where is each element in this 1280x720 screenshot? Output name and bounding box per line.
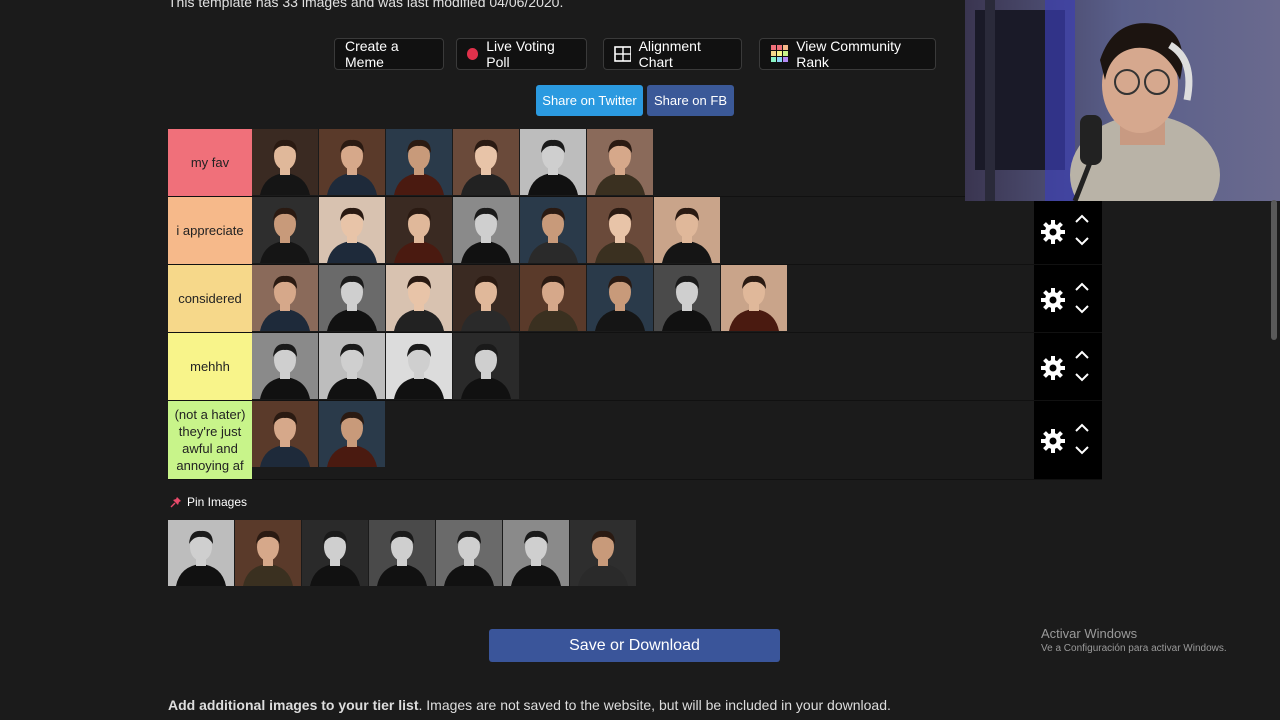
portrait-image[interactable] — [168, 520, 234, 586]
record-dot-icon — [467, 48, 479, 60]
chevron-down-icon[interactable] — [1074, 303, 1090, 315]
tier-row: i appreciate — [168, 197, 1102, 265]
alignment-chart-button[interactable]: Alignment Chart — [603, 38, 742, 70]
portrait-image[interactable] — [302, 520, 368, 586]
portrait-image[interactable] — [453, 265, 519, 331]
portrait-image[interactable] — [319, 265, 385, 331]
tier-label[interactable]: my fav — [168, 129, 252, 196]
tier-row: mehhh — [168, 333, 1102, 401]
reorder-arrows — [1074, 213, 1090, 247]
portrait-image[interactable] — [520, 265, 586, 331]
portrait-image[interactable] — [503, 520, 569, 586]
tier-row: my fav — [168, 129, 1102, 197]
portrait-image[interactable] — [520, 129, 586, 195]
pin-images-label: Pin Images — [187, 495, 248, 509]
add-images-bold: Add additional images to your tier list — [168, 697, 419, 713]
portrait-image[interactable] — [319, 333, 385, 399]
tier-list: my fav i appreciate considered mehhh (no… — [168, 129, 1102, 480]
portrait-image[interactable] — [386, 129, 452, 195]
unranked-images-pool — [168, 520, 637, 586]
portrait-image[interactable] — [369, 520, 435, 586]
tier-controls — [1034, 401, 1102, 479]
share-fb-button[interactable]: Share on FB — [647, 85, 734, 116]
portrait-image[interactable] — [587, 197, 653, 263]
add-images-rest: . Images are not saved to the website, b… — [418, 697, 891, 713]
pushpin-icon — [170, 497, 181, 508]
portrait-image[interactable] — [319, 129, 385, 195]
gear-icon[interactable] — [1040, 355, 1066, 381]
windows-activation-watermark: Activar Windows Ve a Configuración para … — [1041, 626, 1227, 654]
portrait-image[interactable] — [587, 129, 653, 195]
community-rank-label: View Community Rank — [796, 38, 901, 70]
portrait-image[interactable] — [654, 197, 720, 263]
pin-images-toggle[interactable]: Pin Images — [170, 495, 247, 509]
webcam-overlay — [965, 0, 1280, 235]
reorder-arrows — [1074, 281, 1090, 315]
community-rank-button[interactable]: View Community Rank — [759, 38, 936, 70]
portrait-image[interactable] — [252, 197, 318, 263]
tier-controls — [1034, 333, 1102, 400]
portrait-image[interactable] — [436, 520, 502, 586]
save-download-label: Save or Download — [569, 636, 700, 654]
chevron-down-icon[interactable] — [1074, 371, 1090, 383]
portrait-image[interactable] — [252, 333, 318, 399]
tier-grid-icon — [771, 45, 788, 62]
share-twitter-label: Share on Twitter — [542, 93, 637, 108]
portrait-image[interactable] — [654, 265, 720, 331]
tier-row: considered — [168, 265, 1102, 333]
live-voting-button[interactable]: Live Voting Poll — [456, 38, 587, 70]
chevron-down-icon[interactable] — [1074, 444, 1090, 456]
portrait-image[interactable] — [252, 401, 318, 467]
tier-label[interactable]: mehhh — [168, 333, 252, 400]
add-images-text: Add additional images to your tier list.… — [168, 697, 891, 713]
portrait-image[interactable] — [570, 520, 636, 586]
portrait-image[interactable] — [319, 401, 385, 467]
portrait-image[interactable] — [721, 265, 787, 331]
scrollbar-thumb[interactable] — [1271, 200, 1277, 340]
portrait-image[interactable] — [386, 265, 452, 331]
activation-subtitle: Ve a Configuración para activar Windows. — [1041, 643, 1227, 654]
live-voting-label: Live Voting Poll — [486, 38, 555, 70]
tier-items — [252, 197, 1102, 264]
chevron-up-icon[interactable] — [1074, 422, 1090, 434]
template-info: This template has 33 images and was last… — [168, 0, 564, 10]
create-meme-label: Create a Meme — [345, 38, 399, 70]
tier-items — [252, 401, 1102, 479]
gear-icon[interactable] — [1040, 428, 1066, 454]
portrait-image[interactable] — [235, 520, 301, 586]
create-meme-button[interactable]: Create a Meme — [334, 38, 444, 70]
alignment-chart-label: Alignment Chart — [638, 38, 701, 70]
portrait-image[interactable] — [587, 265, 653, 331]
grid-icon — [614, 46, 631, 62]
tier-controls — [1034, 197, 1102, 264]
portrait-image[interactable] — [386, 197, 452, 263]
tier-controls — [1034, 265, 1102, 332]
portrait-image[interactable] — [252, 265, 318, 331]
chevron-up-icon[interactable] — [1074, 349, 1090, 361]
portrait-image[interactable] — [453, 129, 519, 195]
share-fb-label: Share on FB — [654, 93, 727, 108]
tier-items — [252, 333, 1102, 400]
chevron-up-icon[interactable] — [1074, 213, 1090, 225]
portrait-image[interactable] — [453, 197, 519, 263]
reorder-arrows — [1074, 349, 1090, 383]
activation-title: Activar Windows — [1041, 626, 1138, 641]
share-twitter-button[interactable]: Share on Twitter — [536, 85, 643, 116]
gear-icon[interactable] — [1040, 287, 1066, 313]
portrait-image[interactable] — [453, 333, 519, 399]
chevron-down-icon[interactable] — [1074, 235, 1090, 247]
tier-label[interactable]: considered — [168, 265, 252, 332]
portrait-image[interactable] — [319, 197, 385, 263]
tier-label[interactable]: i appreciate — [168, 197, 252, 264]
tier-row: (not a hater) they're just awful and ann… — [168, 401, 1102, 480]
save-download-button[interactable]: Save or Download — [489, 629, 780, 662]
tier-items — [252, 265, 1102, 332]
reorder-arrows — [1074, 422, 1090, 456]
chevron-up-icon[interactable] — [1074, 281, 1090, 293]
gear-icon[interactable] — [1040, 219, 1066, 245]
tier-label[interactable]: (not a hater) they're just awful and ann… — [168, 401, 252, 479]
portrait-image[interactable] — [252, 129, 318, 195]
portrait-image[interactable] — [520, 197, 586, 263]
portrait-image[interactable] — [386, 333, 452, 399]
